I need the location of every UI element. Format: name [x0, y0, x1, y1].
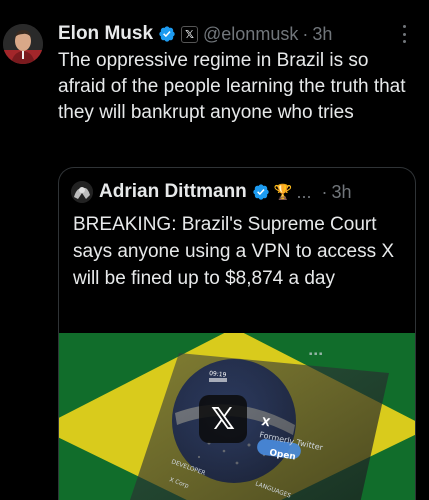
tweet-header: Elon Musk 𝕏 @elonmusk · 3h: [58, 22, 332, 46]
more-options-icon[interactable]: [401, 25, 407, 43]
tweet[interactable]: Elon Musk 𝕏 @elonmusk · 3h The oppressiv…: [0, 0, 429, 500]
quoted-time[interactable]: 3h: [331, 182, 351, 203]
separator-dot: ·: [302, 23, 309, 44]
quoted-name-ellipsis: ...: [296, 181, 312, 202]
quoted-tweet[interactable]: Adrian Dittmann 🏆 ... · 3h BREAKING: Bra…: [58, 167, 416, 500]
quoted-text: BREAKING: Brazil's Supreme Court says an…: [73, 214, 395, 289]
quoted-avatar[interactable]: [71, 181, 93, 203]
post-time[interactable]: 3h: [312, 24, 332, 45]
verified-badge-icon: [159, 26, 175, 42]
author-avatar[interactable]: [3, 24, 43, 64]
quoted-image[interactable]: 𝕏 ▪ ▪ ▪ 09:19 X Formerly Twitter Open DEVELO…: [59, 333, 415, 500]
author-handle[interactable]: @elonmusk: [203, 24, 298, 45]
post-text: The oppressive regime in Brazil is so af…: [58, 50, 406, 123]
quoted-header: Adrian Dittmann 🏆 ... · 3h: [71, 180, 352, 204]
trophy-badge-icon: 🏆: [273, 184, 293, 201]
author-name[interactable]: Elon Musk: [58, 23, 153, 45]
verified-badge-icon: [253, 184, 269, 200]
x-affiliate-icon: 𝕏: [181, 25, 199, 43]
svg-text:𝕏: 𝕏: [211, 402, 235, 437]
quoted-author-name[interactable]: Adrian Dittmann: [99, 181, 247, 203]
separator-dot: ·: [321, 181, 328, 202]
svg-text:▪ ▪ ▪: ▪ ▪ ▪: [309, 351, 322, 357]
